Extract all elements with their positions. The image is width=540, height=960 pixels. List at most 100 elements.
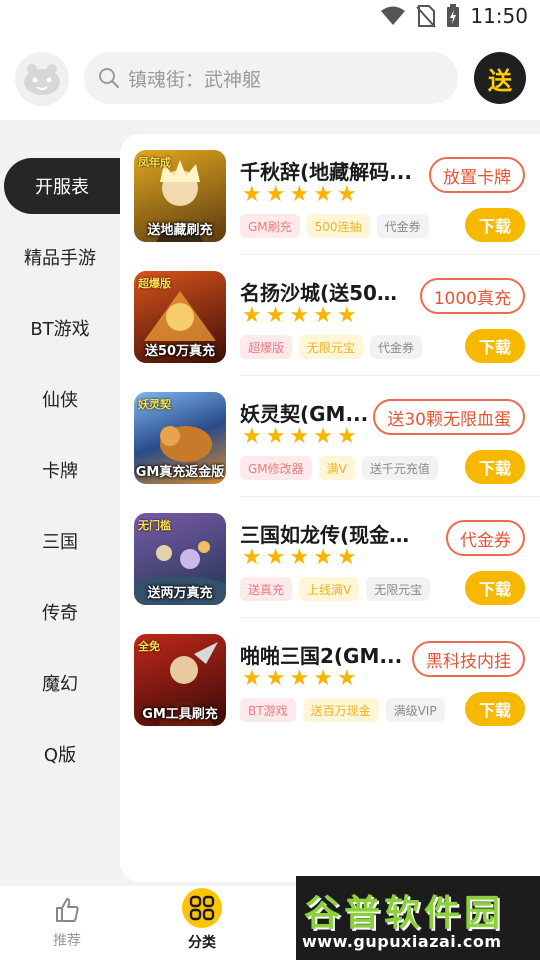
search-icon: [99, 68, 120, 89]
thumbnail-caption: 送两万真充: [147, 586, 213, 601]
thumbs-up-icon: [56, 898, 79, 922]
tab-recommend[interactable]: 推荐: [2, 886, 132, 960]
star-icon: ★: [289, 545, 310, 570]
sidebar-item-bt-games[interactable]: BT游戏: [0, 300, 120, 356]
star-icon: ★: [242, 182, 262, 207]
game-thumbnail[interactable]: 妖灵契 GM真充返金版: [134, 392, 226, 484]
grid-icon: [189, 895, 215, 921]
nav-icon-container: [51, 894, 83, 926]
sidebar-item-server-list[interactable]: 开服表: [4, 158, 120, 214]
status-icons: 11:50: [380, 4, 528, 28]
game-list-panel: 凤年成 送地藏刷充 千秋辞(地藏解码... ★ ★ ★ ★ ★ 放置卡牌 GM刷充 50…: [120, 134, 540, 882]
tag: 超爆版: [240, 335, 293, 359]
tag-list: BT游戏 送百万现金 满级VIP: [240, 698, 445, 722]
star-icon: ★: [336, 666, 357, 691]
game-thumbnail[interactable]: 超爆版 送50万真充: [134, 271, 226, 363]
star-icon: ★: [336, 182, 357, 207]
sidebar-item-xianxia[interactable]: 仙侠: [0, 371, 120, 427]
star-icon: ★: [265, 182, 286, 207]
rating-stars: ★ ★ ★ ★ ★: [242, 547, 357, 569]
status-time: 11:50: [470, 4, 528, 28]
search-placeholder: 镇魂街：武神躯: [128, 68, 262, 91]
watermark-title: 谷普软件园: [304, 893, 505, 934]
star-icon: ★: [289, 303, 310, 328]
rating-stars: ★ ★ ★ ★ ★: [242, 305, 357, 327]
star-icon: ★: [242, 666, 262, 691]
game-title[interactable]: 名扬沙城(送50万...: [240, 277, 416, 306]
gift-button[interactable]: 送: [474, 52, 526, 104]
sidebar-item-featured[interactable]: 精品手游: [0, 229, 120, 285]
promo-badge: 1000真充: [419, 278, 525, 314]
star-icon: ★: [265, 303, 286, 328]
battery-charging-icon: [447, 4, 460, 27]
star-icon: ★: [242, 545, 262, 570]
sidebar-item-fantasy[interactable]: 魔幻: [0, 655, 120, 711]
tab-category[interactable]: 分类: [137, 886, 267, 960]
list-item[interactable]: 无门槛 送两万真充 三国如龙传(现金点... ★ ★ ★ ★ ★ 代金券 送真充 上线满…: [120, 497, 540, 618]
star-icon: ★: [242, 424, 262, 449]
promo-badge: 代金券: [446, 520, 525, 556]
thumbnail-caption: GM工具刷充: [142, 707, 218, 722]
watermark-url: www.gupuxiazai.com: [302, 932, 502, 951]
star-icon: ★: [265, 424, 286, 449]
search-bar[interactable]: 镇魂街：武神躯: [84, 52, 458, 104]
star-icon: ★: [336, 303, 357, 328]
download-button[interactable]: 下载: [465, 692, 525, 726]
sidebar-item-legend[interactable]: 传奇: [0, 584, 120, 640]
tag: 满级VIP: [385, 698, 445, 722]
game-title[interactable]: 千秋辞(地藏解码...: [240, 156, 416, 185]
tag: 送百万现金: [302, 698, 379, 722]
game-thumbnail[interactable]: 全免 GM工具刷充: [134, 634, 226, 726]
star-icon: ★: [289, 424, 310, 449]
game-title[interactable]: 三国如龙传(现金点...: [240, 519, 416, 548]
tag-list: 送真充 上线满V 无限元宝: [240, 577, 431, 601]
game-thumbnail[interactable]: 凤年成 送地藏刷充: [134, 150, 226, 242]
rating-stars: ★ ★ ★ ★ ★: [242, 184, 357, 206]
tag: 送千元充值: [361, 456, 438, 480]
download-button[interactable]: 下载: [465, 208, 525, 242]
star-icon: ★: [313, 303, 333, 328]
category-sidebar: 开服表 精品手游 BT游戏 仙侠 卡牌 三国 传奇 魔幻 Q版: [0, 120, 120, 886]
promo-badge: 送30颗无限血蛋: [373, 399, 525, 435]
tag: 代金券: [370, 335, 423, 359]
status-bar: 11:50: [0, 0, 540, 36]
thumbnail-caption: 送50万真充: [144, 344, 216, 359]
list-item[interactable]: 全免 GM工具刷充 啪啪三国2(GM... ★ ★ ★ ★ ★ 黑科技内挂 BT游戏 送…: [120, 618, 540, 739]
tag: GM修改器: [240, 456, 312, 480]
tab-label: 推荐: [53, 933, 81, 949]
tag-list: 超爆版 无限元宝 代金券: [240, 335, 423, 359]
watermark: 谷普软件园 www.gupuxiazai.com: [296, 876, 540, 960]
tag: 代金券: [376, 214, 429, 238]
tab-label: 分类: [188, 935, 216, 951]
game-title[interactable]: 啪啪三国2(GM...: [240, 640, 416, 669]
tag: GM刷充: [240, 214, 300, 238]
tag: 500连抽: [306, 214, 370, 238]
thumbnail-badge: 全免: [138, 640, 160, 653]
sidebar-item-q-style[interactable]: Q版: [0, 726, 120, 782]
rating-stars: ★ ★ ★ ★ ★: [242, 426, 357, 448]
list-item[interactable]: 凤年成 送地藏刷充 千秋辞(地藏解码... ★ ★ ★ ★ ★ 放置卡牌 GM刷充 50…: [120, 134, 540, 255]
no-sim-icon: [416, 5, 437, 28]
game-thumbnail[interactable]: 无门槛 送两万真充: [134, 513, 226, 605]
tag: 送真充: [240, 577, 293, 601]
tag: 满V: [318, 456, 355, 480]
sidebar-item-cards[interactable]: 卡牌: [0, 442, 120, 498]
tag: 无限元宝: [299, 335, 364, 359]
tag: 无限元宝: [366, 577, 431, 601]
thumbnail-badge: 超爆版: [138, 277, 171, 290]
download-button[interactable]: 下载: [465, 571, 525, 605]
list-item[interactable]: 超爆版 送50万真充 名扬沙城(送50万... ★ ★ ★ ★ ★ 1000真充 超爆版…: [120, 255, 540, 376]
list-item[interactable]: 妖灵契 GM真充返金版 妖灵契(GM... ★ ★ ★ ★ ★ 送30颗无限血蛋 GM修…: [120, 376, 540, 497]
thumbnail-caption: GM真充返金版: [135, 465, 225, 480]
thumbnail-badge: 无门槛: [138, 519, 171, 532]
star-icon: ★: [313, 666, 333, 691]
top-header: 镇魂街：武神躯 送: [0, 36, 540, 120]
star-icon: ★: [289, 666, 310, 691]
star-icon: ★: [265, 545, 286, 570]
star-icon: ★: [265, 666, 286, 691]
thumbnail-badge: 妖灵契: [138, 398, 171, 411]
download-button[interactable]: 下载: [465, 450, 525, 484]
download-button[interactable]: 下载: [465, 329, 525, 363]
sidebar-item-three-kingdoms[interactable]: 三国: [0, 513, 120, 569]
avatar[interactable]: [15, 52, 69, 106]
